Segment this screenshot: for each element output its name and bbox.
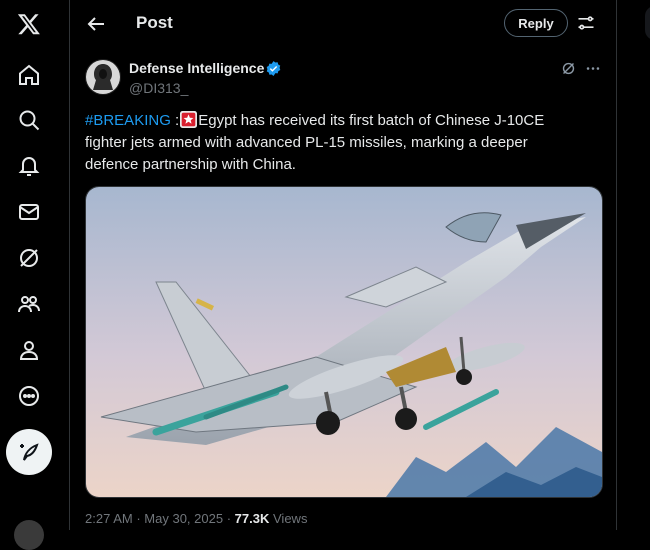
reply-button[interactable]: Reply — [504, 9, 568, 37]
views-count[interactable]: 77.3K — [235, 511, 270, 526]
post-text-colon: : — [170, 112, 180, 129]
sidebar-nav — [0, 0, 70, 550]
more-circle-icon[interactable] — [14, 381, 44, 411]
post-date[interactable]: May 30, 2025 — [144, 511, 223, 526]
author-avatar[interactable] — [85, 59, 121, 95]
profile-icon[interactable] — [14, 335, 44, 365]
views-label: Views — [273, 511, 308, 526]
account-avatar[interactable] — [14, 520, 44, 550]
siren-emoji-icon — [180, 111, 198, 128]
compose-post-icon — [20, 443, 39, 461]
meta-separator: · — [226, 511, 232, 526]
home-icon[interactable] — [14, 60, 44, 90]
bell-icon[interactable] — [14, 151, 44, 181]
mail-icon[interactable] — [14, 197, 44, 227]
post-metadata: 2:27 AM · May 30, 2025 · 77.3K Views — [85, 511, 307, 526]
post-header: Post Reply — [70, 0, 616, 48]
post-text: #BREAKING : Egypt has received its first … — [85, 110, 585, 176]
right-divider — [616, 0, 617, 530]
sliders-icon[interactable] — [576, 13, 596, 33]
back-arrow-icon[interactable] — [84, 12, 108, 36]
post-media-image[interactable] — [85, 186, 603, 498]
meta-separator: · — [136, 511, 141, 526]
fighter-jet-photo — [86, 187, 602, 497]
left-divider — [69, 0, 70, 530]
grok-explain-icon[interactable] — [560, 60, 577, 77]
more-options-icon[interactable] — [584, 60, 602, 77]
page-title: Post — [136, 13, 173, 32]
post-time[interactable]: 2:27 AM — [85, 511, 133, 526]
communities-icon[interactable] — [14, 289, 44, 319]
hashtag-link[interactable]: #BREAKING — [85, 112, 171, 129]
x-logo-icon[interactable] — [14, 9, 44, 39]
author-name[interactable]: Defense Intelligence — [129, 60, 264, 76]
author-handle[interactable]: @DI313_ — [129, 80, 188, 96]
right-sidebar-search[interactable] — [645, 6, 650, 40]
search-icon[interactable] — [14, 105, 44, 135]
compose-post-button[interactable] — [6, 429, 52, 475]
grok-icon[interactable] — [14, 243, 44, 273]
verified-badge-icon — [266, 61, 281, 76]
